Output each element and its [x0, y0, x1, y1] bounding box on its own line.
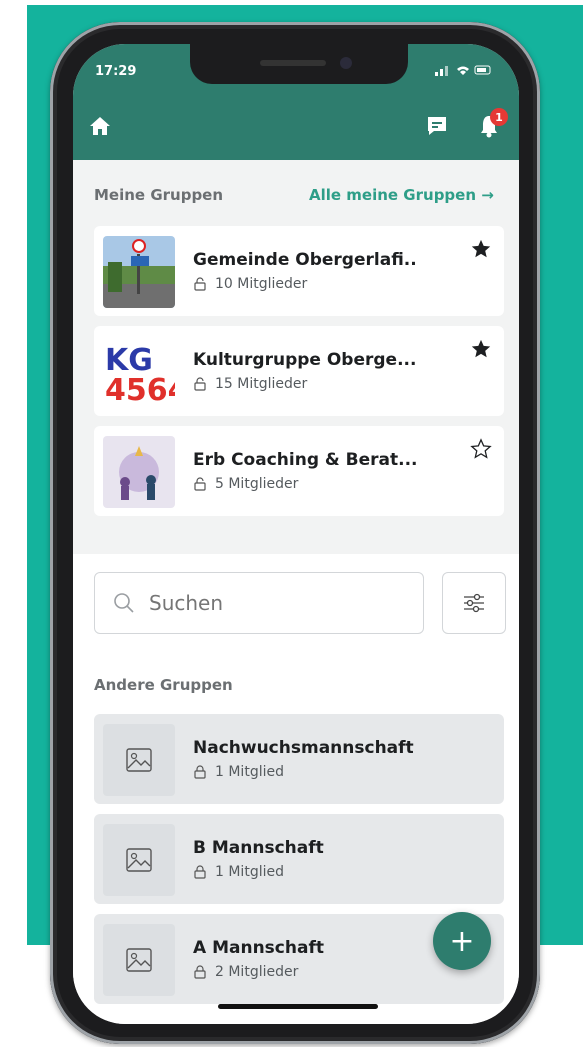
status-icons	[435, 64, 493, 79]
image-icon	[126, 948, 152, 972]
group-name: Gemeinde Obergerlafi..	[193, 250, 417, 270]
home-icon[interactable]	[85, 111, 115, 141]
group-card[interactable]: B Mannschaft 1 Mitglied	[94, 814, 504, 904]
group-thumbnail	[103, 236, 175, 308]
image-placeholder	[103, 824, 175, 896]
image-icon	[126, 748, 152, 772]
notification-badge: 1	[490, 108, 508, 126]
member-count: 1 Mitglied	[215, 864, 284, 880]
section-title-my-groups: Meine Gruppen	[94, 186, 224, 204]
image-placeholder	[103, 724, 175, 796]
camera	[340, 57, 352, 69]
group-name: Kulturgruppe Oberge...	[193, 350, 417, 370]
member-count: 10 Mitglieder	[215, 276, 308, 292]
star-outline-icon[interactable]	[470, 438, 492, 460]
group-name: Nachwuchsmannschaft	[193, 738, 414, 758]
group-name: Erb Coaching & Berat...	[193, 450, 418, 470]
group-member-info: 1 Mitglied	[193, 764, 284, 780]
group-card[interactable]: Nachwuchsmannschaft 1 Mitglied	[94, 714, 504, 804]
bell-icon[interactable]: 1	[474, 108, 508, 141]
logo-numbers: 4564	[105, 373, 175, 408]
group-thumbnail: KG 4564	[103, 336, 175, 408]
star-filled-icon[interactable]	[470, 238, 492, 260]
search-icon	[114, 593, 134, 613]
unlock-icon	[194, 277, 206, 291]
app-screen: 17:29 1 Meine Gruppen Alle meine Gruppen…	[73, 44, 519, 1024]
lock-icon	[194, 965, 206, 979]
all-my-groups-link[interactable]: Alle meine Gruppen →	[309, 186, 494, 204]
search-input[interactable]	[147, 590, 401, 616]
group-member-info: 15 Mitglieder	[193, 376, 307, 392]
group-card[interactable]: Erb Coaching & Berat... 5 Mitglieder	[94, 426, 504, 516]
home-indicator	[218, 1004, 378, 1009]
member-count: 5 Mitglieder	[215, 476, 299, 492]
speaker	[260, 60, 326, 66]
lock-icon	[194, 865, 206, 879]
image-placeholder	[103, 924, 175, 996]
status-bar: 17:29	[73, 44, 519, 92]
section-title-other-groups: Andere Gruppen	[94, 676, 233, 694]
status-time: 17:29	[95, 64, 137, 79]
sliders-icon	[464, 593, 484, 613]
group-member-info: 5 Mitglieder	[193, 476, 298, 492]
group-member-info: 2 Mitglieder	[193, 964, 298, 980]
chat-icon[interactable]	[422, 111, 452, 141]
group-name: B Mannschaft	[193, 838, 324, 858]
filter-button[interactable]	[442, 572, 506, 634]
group-card[interactable]: KG 4564 Kulturgruppe Oberge... 15 Mitgli…	[94, 326, 504, 416]
notch	[190, 44, 408, 84]
group-name: A Mannschaft	[193, 938, 324, 958]
unlock-icon	[194, 477, 206, 491]
unlock-icon	[194, 377, 206, 391]
lock-icon	[194, 765, 206, 779]
member-count: 15 Mitglieder	[215, 376, 308, 392]
add-group-button[interactable]: +	[433, 912, 491, 970]
group-member-info: 1 Mitglied	[193, 864, 284, 880]
app-header: 1	[73, 92, 519, 160]
image-icon	[126, 848, 152, 872]
search-field[interactable]	[94, 572, 424, 634]
group-member-info: 10 Mitglieder	[193, 276, 307, 292]
member-count: 2 Mitglieder	[215, 964, 299, 980]
group-thumbnail	[103, 436, 175, 508]
star-filled-icon[interactable]	[470, 338, 492, 360]
group-card[interactable]: Gemeinde Obergerlafi.. 10 Mitglieder	[94, 226, 504, 316]
member-count: 1 Mitglied	[215, 764, 284, 780]
